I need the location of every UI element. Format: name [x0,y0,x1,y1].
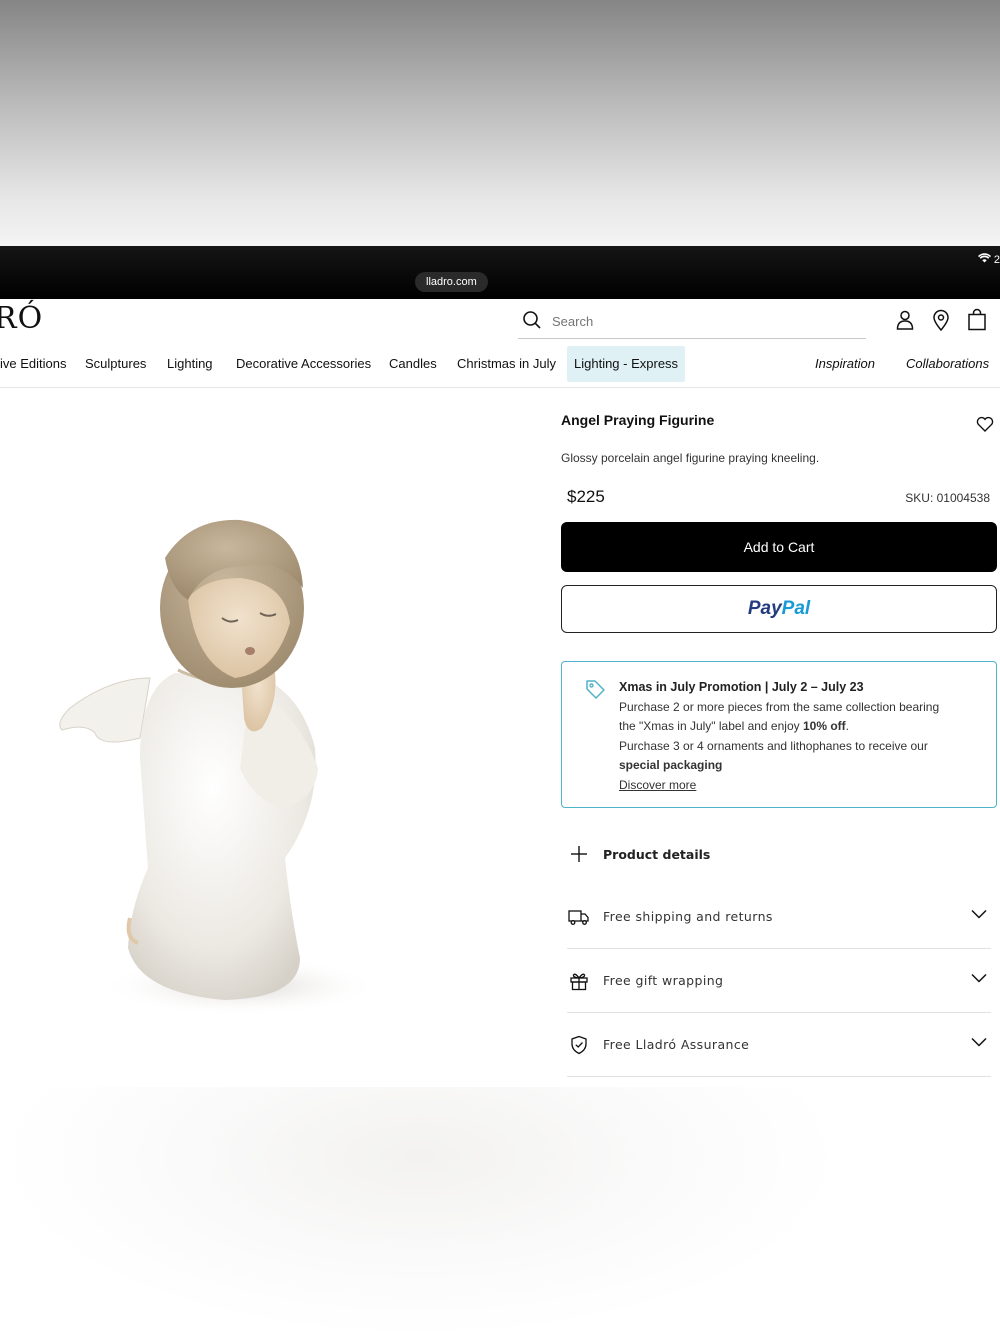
account-icon[interactable] [893,308,917,332]
gift-wrapping-label: Free gift wrapping [603,973,724,988]
nav-item-christmas-in-july[interactable]: Christmas in July [457,346,556,382]
promo-line-1: Purchase 2 or more pieces from the same … [619,699,940,714]
nav-item-lighting[interactable]: Lighting [167,346,213,382]
product-details-row[interactable]: Product details [567,822,991,886]
paypal-button[interactable]: PayPal [561,585,997,633]
assurance-accordion[interactable]: Free Lladró Assurance [567,1013,991,1077]
nav-item-lighting-express[interactable]: Lighting - Express [567,346,686,382]
product-price: $225 [567,487,605,506]
promotion-box: Xmas in July Promotion | July 2 – July 2… [561,661,997,808]
status-bar: 2 [977,253,1000,266]
nav-item-collaborations[interactable]: Collaborations [906,346,989,382]
promo-discount: 10% off [802,719,846,733]
promo-line-2: the "Xmas in July" label and enjoy 10% o… [619,719,849,733]
chevron-down-icon [971,1035,987,1050]
backdrop-top [0,0,1000,246]
plus-icon [567,842,591,866]
product-image[interactable] [0,388,540,1087]
promo-title: Xmas in July Promotion | July 2 – July 2… [619,680,864,694]
nav-item-editions[interactable]: ive Editions [0,346,66,382]
promo-line-4: special packaging [619,758,723,772]
shield-check-icon [567,1033,591,1057]
price-tag-icon [584,678,606,707]
header-icons [893,308,989,332]
chevron-down-icon [971,971,987,986]
chevron-down-icon [971,907,987,922]
product-title: Angel Praying Figurine [561,412,715,428]
shipping-label: Free shipping and returns [603,909,773,924]
nav-item-inspiration[interactable]: Inspiration [815,346,875,382]
promo-line-3: Purchase 3 or 4 ornaments and lithophane… [619,738,928,753]
browser-bar [0,246,1000,299]
search-input[interactable] [552,314,832,329]
paypal-logo-pal: Pal [781,598,811,619]
shipping-accordion[interactable]: Free shipping and returns [567,885,991,949]
wifi-icon [977,253,994,266]
product-details-label: Product details [603,846,711,862]
backdrop-bottom [0,1087,1000,1333]
url-bar[interactable]: lladro.com [415,272,488,292]
gift-wrapping-accordion[interactable]: Free gift wrapping [567,949,991,1013]
assurance-label: Free Lladró Assurance [603,1037,750,1052]
search-icon[interactable] [518,310,542,334]
discover-more-link[interactable]: Discover more [619,778,696,792]
status-text: 2 [993,254,1000,266]
brand-logo[interactable]: RÓ [0,301,43,336]
gift-icon [567,969,591,993]
add-to-cart-button[interactable]: Add to Cart [561,522,997,572]
cart-icon[interactable] [965,308,989,332]
paypal-logo-pay: Pay [747,598,782,619]
nav-item-candles[interactable]: Candles [389,346,437,382]
wishlist-heart-icon[interactable] [976,416,994,436]
truck-icon [567,905,591,929]
product-sku: SKU: 01004538 [905,491,990,505]
product-description: Glossy porcelain angel figurine praying … [561,451,820,465]
search-bar[interactable] [518,305,866,339]
angel-figurine-image [59,519,380,1016]
nav-item-sculptures[interactable]: Sculptures [85,346,146,382]
store-locator-icon[interactable] [929,308,953,332]
main-navigation: ive Editions Sculptures Lighting Decorat… [0,346,1000,382]
nav-item-decorative-accessories[interactable]: Decorative Accessories [236,346,371,382]
site-header: RÓ ive Editions Sculptures Lighting Deco… [0,299,1000,388]
